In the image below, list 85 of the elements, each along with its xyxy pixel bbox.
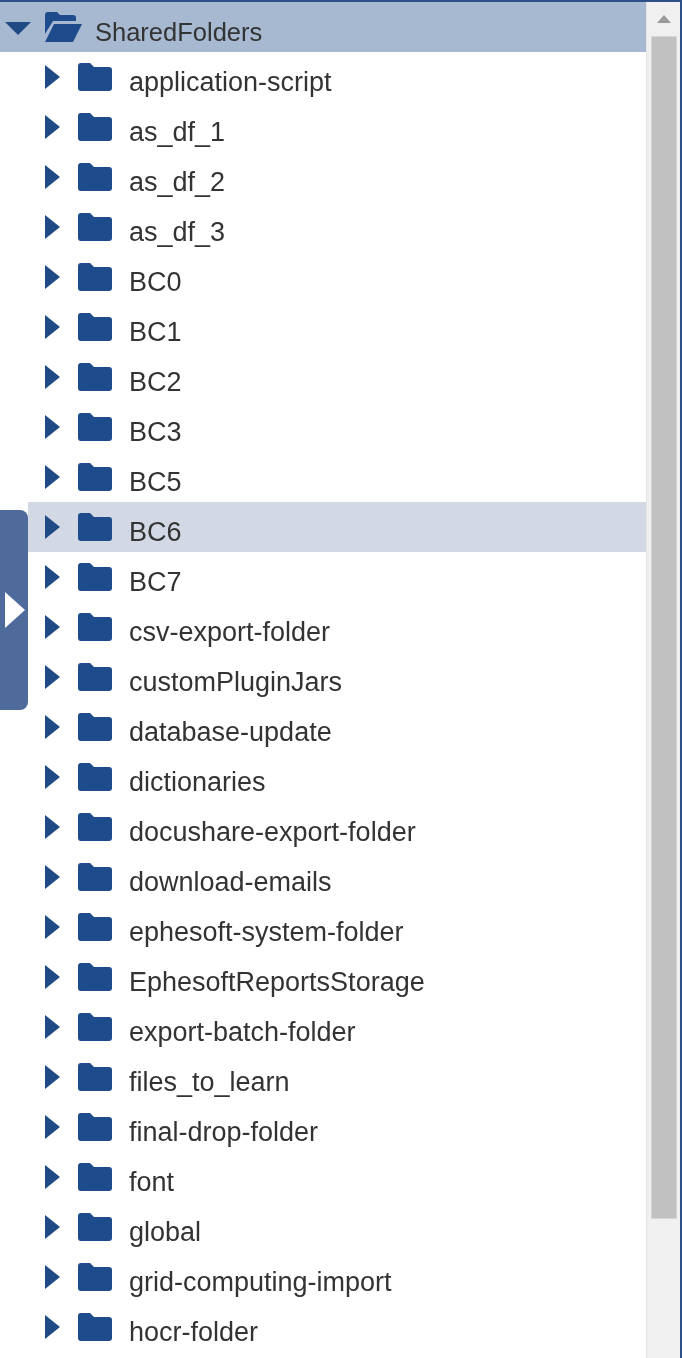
- caret-right-icon[interactable]: [45, 165, 60, 189]
- caret-right-icon[interactable]: [45, 1265, 60, 1289]
- open-folder-icon: [45, 12, 82, 42]
- tree-node[interactable]: BC0: [28, 252, 646, 302]
- folder-icon: [78, 63, 112, 91]
- caret-right-icon[interactable]: [45, 515, 60, 539]
- caret-right-icon[interactable]: [45, 315, 60, 339]
- caret-right-icon[interactable]: [45, 815, 60, 839]
- tree-node[interactable]: final-drop-folder: [28, 1102, 646, 1152]
- caret-right-icon[interactable]: [45, 765, 60, 789]
- caret-right-icon[interactable]: [45, 215, 60, 239]
- caret-right-icon[interactable]: [45, 115, 60, 139]
- tree-node[interactable]: as_df_1: [28, 102, 646, 152]
- folder-icon: [78, 463, 112, 491]
- tree-node[interactable]: download-emails: [28, 852, 646, 902]
- tree-node[interactable]: docushare-export-folder: [28, 802, 646, 852]
- folder-icon: [78, 913, 112, 941]
- caret-right-icon[interactable]: [45, 65, 60, 89]
- caret-down-icon[interactable]: [5, 21, 31, 35]
- caret-right-icon[interactable]: [45, 1315, 60, 1339]
- folder-icon: [78, 1313, 112, 1341]
- tree-node[interactable]: font: [28, 1152, 646, 1202]
- folder-icon: [78, 313, 112, 341]
- tree-node[interactable]: hocr-folder: [28, 1302, 646, 1352]
- folder-icon: [78, 113, 112, 141]
- folder-icon: [78, 213, 112, 241]
- folder-icon: [78, 713, 112, 741]
- scrollbar-thumb[interactable]: [650, 36, 677, 1219]
- tree-node[interactable]: customPluginJars: [28, 652, 646, 702]
- tree-node[interactable]: BC3: [28, 402, 646, 452]
- caret-right-icon[interactable]: [45, 715, 60, 739]
- tree-node[interactable]: BC2: [28, 352, 646, 402]
- folder-icon: [78, 513, 112, 541]
- tree-node[interactable]: database-update: [28, 702, 646, 752]
- folder-icon: [78, 1263, 112, 1291]
- caret-right-icon[interactable]: [45, 965, 60, 989]
- folder-icon: [78, 413, 112, 441]
- tree-node[interactable]: as_df_3: [28, 202, 646, 252]
- folder-icon: [78, 1063, 112, 1091]
- caret-right-icon[interactable]: [45, 565, 60, 589]
- tree-node[interactable]: BC5: [28, 452, 646, 502]
- caret-right-icon[interactable]: [45, 1215, 60, 1239]
- folder-icon: [78, 1163, 112, 1191]
- folder-icon: [78, 813, 112, 841]
- caret-right-icon[interactable]: [45, 1065, 60, 1089]
- folder-icon: [78, 613, 112, 641]
- folder-icon: [78, 863, 112, 891]
- tree-node[interactable]: as_df_2: [28, 152, 646, 202]
- caret-right-icon[interactable]: [45, 915, 60, 939]
- folder-icon: [78, 563, 112, 591]
- caret-right-icon[interactable]: [45, 365, 60, 389]
- tree-node[interactable]: BC6: [28, 502, 646, 552]
- tree-node[interactable]: csv-export-folder: [28, 602, 646, 652]
- tree-node[interactable]: application-script: [28, 52, 646, 102]
- folder-icon: [78, 363, 112, 391]
- caret-right-icon[interactable]: [45, 1165, 60, 1189]
- caret-right-icon[interactable]: [45, 615, 60, 639]
- tree-node[interactable]: EphesoftReportsStorage: [28, 952, 646, 1002]
- folder-icon: [78, 963, 112, 991]
- right-triangle-icon: [5, 592, 25, 628]
- tree-node[interactable]: BC7: [28, 552, 646, 602]
- folder-icon: [78, 163, 112, 191]
- caret-right-icon[interactable]: [45, 465, 60, 489]
- folder-icon: [78, 1013, 112, 1041]
- side-panel-toggle[interactable]: [0, 510, 28, 710]
- tree-node[interactable]: global: [28, 1202, 646, 1252]
- caret-right-icon[interactable]: [45, 265, 60, 289]
- folder-icon: [78, 763, 112, 791]
- tree-node[interactable]: dictionaries: [28, 752, 646, 802]
- caret-right-icon[interactable]: [45, 415, 60, 439]
- caret-right-icon[interactable]: [45, 865, 60, 889]
- folder-icon: [78, 1213, 112, 1241]
- tree-node[interactable]: ephesoft-system-folder: [28, 902, 646, 952]
- caret-right-icon[interactable]: [45, 1015, 60, 1039]
- tree-node[interactable]: files_to_learn: [28, 1052, 646, 1102]
- tree-node[interactable]: grid-computing-import: [28, 1252, 646, 1302]
- tree-node[interactable]: BC1: [28, 302, 646, 352]
- folder-icon: [78, 263, 112, 291]
- up-triangle-icon: [656, 15, 671, 23]
- folder-icon: [78, 1113, 112, 1141]
- caret-right-icon[interactable]: [45, 665, 60, 689]
- tree-node[interactable]: export-batch-folder: [28, 1002, 646, 1052]
- tree-node[interactable]: SharedFolders: [0, 2, 646, 52]
- caret-right-icon[interactable]: [45, 1115, 60, 1139]
- folder-icon: [78, 663, 112, 691]
